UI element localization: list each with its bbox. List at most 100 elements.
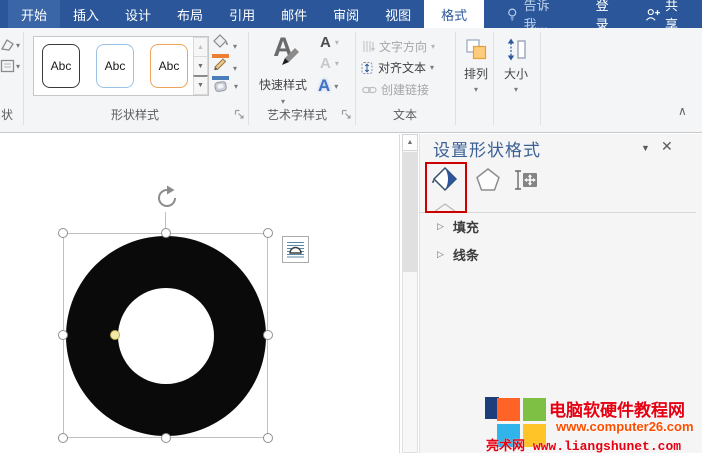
text-direction-icon (362, 40, 375, 53)
shape-effects-icon (212, 79, 230, 94)
layout-options-button[interactable] (282, 236, 309, 263)
expand-line-icon: ▷ (437, 249, 444, 260)
tab-layout[interactable]: 布局 (164, 0, 216, 28)
share-button[interactable]: 共享 (633, 0, 702, 28)
tell-me-box[interactable]: 告诉我... (494, 0, 583, 28)
arrange-button[interactable]: 排列 ▾ (458, 32, 494, 122)
scrollbar-thumb[interactable] (402, 152, 418, 272)
scroll-down-icon: ▼ (197, 63, 204, 70)
pentagon-icon (475, 167, 501, 192)
text-box-icon (0, 59, 15, 73)
resize-handle-w[interactable] (58, 330, 68, 340)
resize-handle-n[interactable] (161, 228, 171, 238)
resize-handle-ne[interactable] (263, 228, 273, 238)
annotation-red-box (425, 162, 467, 213)
watermark-logo-square-green (523, 398, 546, 421)
rotation-handle-icon[interactable] (153, 184, 181, 212)
edit-shape-icon (0, 38, 15, 52)
wordart-dialog-launcher[interactable] (341, 107, 352, 118)
ribbon: ▾ ▾ 状 Abc Abc Abc ▲ ▼ ▼ ▾ ▾ (0, 28, 702, 133)
quick-styles-label: 快速样式 (259, 76, 307, 93)
quick-styles-icon: A (273, 32, 293, 70)
watermark-site-url: www.computer26.com (556, 419, 694, 434)
watermark-brand-line: 亮术网 www.liangshunet.com (486, 435, 681, 453)
tab-format[interactable]: 格式 (424, 0, 484, 28)
shape-style-preset-1[interactable]: Abc (42, 44, 80, 88)
lightbulb-icon (506, 7, 519, 22)
gallery-more-icon: ▼ (197, 82, 204, 89)
align-text-icon (360, 61, 374, 75)
shape-fill-button[interactable]: ▾ (212, 34, 237, 58)
resize-handle-e[interactable] (263, 330, 273, 340)
scroll-up-icon: ▲ (197, 44, 204, 51)
watermark-site-name: 电脑软硬件教程网 (549, 396, 685, 421)
scroll-up-icon: ▲ (407, 139, 414, 146)
text-fill-icon: A (320, 34, 331, 51)
resize-handle-se[interactable] (263, 433, 273, 443)
gallery-more-button[interactable]: ▼ (193, 75, 208, 95)
tab-view[interactable]: 视图 (372, 0, 424, 28)
close-icon: ✕ (661, 138, 673, 154)
resize-handle-s[interactable] (161, 433, 171, 443)
create-link-button[interactable]: 创建链接 (362, 81, 429, 98)
expand-fill-icon: ▷ (437, 221, 444, 232)
text-effects-button[interactable]: A ▾ (318, 76, 338, 96)
pane-title: 设置形状格式 (433, 136, 541, 161)
group-label-insert-shapes-partial: 状 (0, 106, 14, 123)
shape-style-preset-3[interactable]: Abc (150, 44, 188, 88)
section-fill[interactable]: ▷ 填充 (437, 217, 479, 236)
align-text-button[interactable]: 对齐文本▾ (360, 59, 434, 76)
pane-close-button[interactable]: ✕ (661, 138, 673, 155)
tab-references[interactable]: 引用 (216, 0, 268, 28)
dialog-launcher-icon (234, 109, 245, 120)
edit-shape-button-partial[interactable]: ▾ (0, 38, 15, 57)
text-direction-button[interactable]: 文字方向▾ (362, 38, 435, 55)
page-edge (399, 134, 400, 453)
section-line-label: 线条 (453, 245, 479, 264)
ribbon-tab-bar: 开始 插入 设计 布局 引用 邮件 审阅 视图 格式 告诉我... 登录 共享 (0, 0, 702, 28)
gallery-scroll-up-button[interactable]: ▲ (193, 37, 208, 57)
resize-handle-nw[interactable] (58, 228, 68, 238)
group-label-shape-styles: 形状样式 (60, 106, 210, 123)
resize-handle-sw[interactable] (58, 433, 68, 443)
donut-shape[interactable] (66, 236, 266, 436)
text-outline-button[interactable]: A ▾ (320, 55, 339, 72)
tab-review[interactable]: 审阅 (320, 0, 372, 28)
scrollbar-up-button[interactable]: ▲ (402, 134, 418, 151)
shape-effects-button[interactable]: ▾ (212, 79, 238, 94)
donut-hole (118, 288, 214, 384)
pane-dropdown-icon: ▼ (641, 143, 650, 153)
shape-adjust-handle[interactable] (110, 330, 120, 340)
text-fill-button[interactable]: A ▾ (320, 34, 339, 51)
size-button[interactable]: 大小 ▾ (496, 32, 536, 122)
arrange-label: 排列 (464, 65, 488, 82)
text-effects-icon: A (318, 76, 330, 96)
collapse-ribbon-button[interactable]: ∧ (678, 104, 687, 118)
shape-outline-icon (212, 56, 229, 80)
shape-outline-button[interactable]: ▾ (212, 56, 237, 80)
watermark-brand-url: www.liangshunet.com (533, 439, 681, 453)
gallery-scroll-down-button[interactable]: ▼ (193, 56, 208, 76)
collapse-ribbon-icon: ∧ (678, 104, 687, 118)
tab-design[interactable]: 设计 (112, 0, 164, 28)
tab-mailings[interactable]: 邮件 (268, 0, 320, 28)
arrange-icon (465, 38, 488, 61)
layout-options-icon (286, 240, 305, 259)
share-person-icon (645, 7, 660, 22)
section-fill-label: 填充 (453, 217, 479, 236)
tab-home[interactable]: 开始 (8, 0, 60, 28)
create-link-icon (362, 85, 377, 95)
shape-style-preset-2[interactable]: Abc (96, 44, 134, 88)
layout-properties-icon (512, 166, 539, 193)
text-box-button-partial[interactable]: ▾ (0, 59, 15, 78)
pane-menu-button[interactable]: ▼ (641, 143, 650, 153)
tab-insert[interactable]: 插入 (60, 0, 112, 28)
section-line[interactable]: ▷ 线条 (437, 245, 479, 264)
layout-properties-tab[interactable] (512, 166, 539, 198)
watermark-brand: 亮术网 (486, 439, 525, 453)
sign-in-button[interactable]: 登录 (584, 0, 633, 28)
effects-tab[interactable] (475, 167, 501, 197)
group-label-text: 文本 (370, 106, 440, 123)
shape-fill-icon (212, 34, 229, 58)
shape-styles-dialog-launcher[interactable] (234, 107, 245, 118)
